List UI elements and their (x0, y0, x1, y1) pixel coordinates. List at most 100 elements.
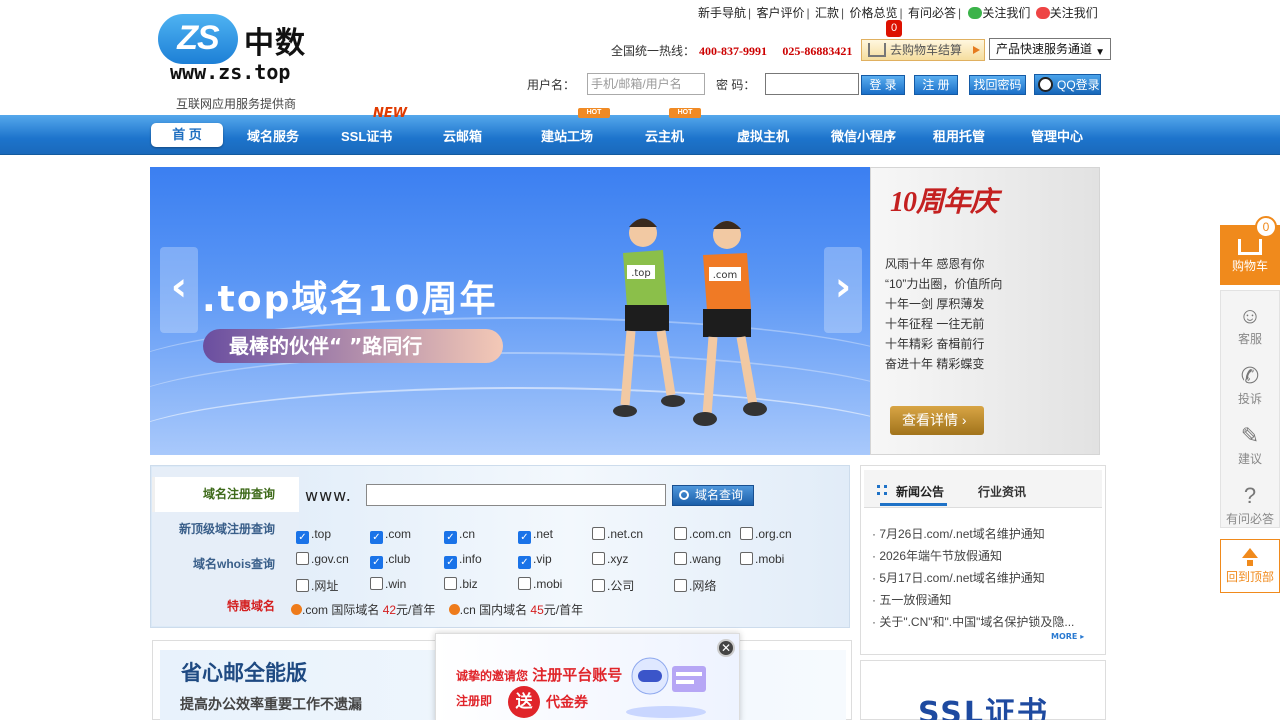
logo-text[interactable]: 中数 (244, 18, 306, 62)
tab-special-domains[interactable]: 特惠域名 (152, 589, 299, 624)
tab-whois[interactable]: 域名whois查询 (152, 547, 299, 582)
tld-checkbox[interactable]: .win (370, 577, 406, 591)
tld-checkbox[interactable]: ✓ .net (518, 527, 553, 544)
checkbox-icon[interactable] (740, 552, 753, 565)
checkbox-icon[interactable] (674, 579, 687, 592)
link-newbie-guide[interactable]: 新手导航 (698, 6, 746, 20)
float-customer-service[interactable]: ☺ 客服 (1220, 302, 1280, 347)
popup-close-button[interactable]: ✕ (717, 639, 735, 657)
service-channel-select[interactable]: 产品快速服务通道 ▼ (989, 38, 1111, 60)
nav-wechat-miniprogram[interactable]: 微信小程序 (831, 126, 896, 145)
float-suggestion-label: 建议 (1237, 452, 1262, 466)
username-label: 用户名： (527, 78, 576, 92)
checkbox-icon[interactable] (592, 579, 605, 592)
tld-checkbox[interactable]: .xyz (592, 552, 628, 566)
follow-weibo[interactable]: 关注我们 (1050, 6, 1098, 20)
checkbox-icon[interactable] (296, 579, 309, 592)
ssl-promo-title: SSL证书 (918, 696, 1049, 720)
follow-wechat[interactable]: 关注我们 (982, 6, 1030, 20)
link-price-overview[interactable]: 价格总览 (849, 6, 897, 20)
tld-checkbox[interactable]: ✓ .info (444, 552, 482, 569)
tld-checkbox[interactable]: .网址 (296, 577, 338, 594)
link-remittance[interactable]: 汇款 (815, 6, 839, 20)
tld-checkbox[interactable]: .com.cn (674, 527, 731, 541)
tld-checkbox[interactable]: .org.cn (740, 527, 792, 541)
nav-cloud-host[interactable]: 云主机 (645, 126, 684, 145)
tld-checkbox[interactable]: .mobi (518, 577, 562, 591)
checkbox-icon[interactable] (740, 527, 753, 540)
nav-cloud-mail[interactable]: 云邮箱 (443, 126, 482, 145)
nav-hosting[interactable]: 租用托管 (933, 126, 985, 145)
checkbox-icon[interactable] (674, 552, 687, 565)
tld-checkbox[interactable]: .mobi (740, 552, 784, 566)
checkbox-icon[interactable]: ✓ (444, 556, 457, 569)
back-to-top-button[interactable]: 回到顶部 (1220, 539, 1280, 593)
tld-checkbox[interactable]: .biz (444, 577, 478, 591)
checkbox-icon[interactable]: ✓ (518, 556, 531, 569)
domain-search-button[interactable]: 域名查询 (672, 485, 754, 506)
checkbox-icon[interactable]: ✓ (370, 531, 383, 544)
checkbox-icon[interactable]: ✓ (370, 556, 383, 569)
view-details-button[interactable]: 查看详情 › (890, 406, 984, 435)
nav-ssl[interactable]: SSL证书 (341, 126, 392, 145)
news-more-link[interactable]: MORE ▸ (1051, 632, 1084, 641)
checkbox-icon[interactable] (444, 577, 457, 590)
nav-admin-center[interactable]: 管理中心 (1031, 126, 1083, 145)
tab-new-gtld[interactable]: 新顶级域注册查询 (152, 512, 299, 547)
float-faq[interactable]: ? 有问必答 (1220, 482, 1280, 527)
checkbox-icon[interactable]: ✓ (296, 531, 309, 544)
tld-checkbox[interactable]: ✓ .cn (444, 527, 475, 544)
tab-news-announcements[interactable]: 新闻公告 (896, 483, 944, 500)
tld-checkbox[interactable]: ✓ .vip (518, 552, 552, 569)
news-item[interactable]: · 2026年端午节放假通知 (872, 547, 1002, 564)
logo-badge[interactable]: ZS (158, 14, 238, 64)
link-faq[interactable]: 有问必答 (908, 6, 956, 20)
float-suggestion[interactable]: ✎ 建议 (1220, 422, 1280, 467)
tab-industry-news[interactable]: 行业资讯 (978, 483, 1026, 500)
logo-url[interactable]: www.zs.top (170, 60, 290, 84)
float-complaint[interactable]: ✆ 投诉 (1220, 362, 1280, 407)
news-item[interactable]: · 关于".CN"和".中国"域名保护锁及隐... (872, 613, 1074, 630)
tab-domain-register[interactable]: 域名注册查询 (152, 477, 299, 512)
tld-checkbox[interactable]: .公司 (592, 577, 634, 594)
tld-checkbox[interactable]: .网络 (674, 577, 716, 594)
checkbox-icon[interactable] (370, 577, 383, 590)
nav-site-builder[interactable]: 建站工场 (541, 126, 593, 145)
tld-checkbox[interactable]: ✓ .club (370, 552, 410, 569)
nav-home[interactable]: 首 页 (151, 123, 223, 147)
domain-search-input[interactable] (366, 484, 666, 506)
news-item[interactable]: · 5月17日.com/.net域名维护通知 (872, 569, 1045, 586)
promo-cn[interactable]: .cn 国内域名 (460, 603, 527, 617)
weibo-icon[interactable] (1035, 7, 1050, 19)
username-input[interactable]: 手机/邮箱/用户名 (587, 73, 705, 95)
tld-checkbox[interactable]: ✓ .top (296, 527, 331, 544)
checkbox-icon[interactable]: ✓ (518, 531, 531, 544)
banner-next-button[interactable]: › (824, 247, 862, 333)
login-button[interactable]: 登 录 (861, 75, 905, 95)
qq-login-button[interactable]: QQ登录 (1034, 74, 1101, 95)
tld-checkbox[interactable]: .gov.cn (296, 552, 349, 566)
checkbox-icon[interactable] (674, 527, 687, 540)
tld-label: .info (459, 552, 482, 566)
news-item[interactable]: · 五一放假通知 (872, 591, 951, 608)
tld-checkbox[interactable]: .net.cn (592, 527, 643, 541)
checkbox-icon[interactable] (296, 552, 309, 565)
hotline-label: 全国统一热线： (611, 44, 696, 58)
checkbox-icon[interactable] (518, 577, 531, 590)
password-input[interactable] (765, 73, 859, 95)
checkbox-icon[interactable]: ✓ (444, 531, 457, 544)
banner-prev-button[interactable]: ‹ (160, 247, 198, 333)
register-button[interactable]: 注 册 (914, 75, 958, 95)
checkbox-icon[interactable] (592, 552, 605, 565)
news-item[interactable]: · 7月26日.com/.net域名维护通知 (872, 525, 1045, 542)
nav-domain[interactable]: 域名服务 (247, 126, 299, 145)
cart-checkout-button[interactable]: 去购物车结算 (861, 39, 985, 61)
find-password-button[interactable]: 找回密码 (969, 75, 1026, 95)
link-customer-reviews[interactable]: 客户评价 (756, 6, 804, 20)
promo-com[interactable]: .com 国际域名 (302, 603, 379, 617)
nav-virtual-host[interactable]: 虚拟主机 (737, 126, 789, 145)
checkbox-icon[interactable] (592, 527, 605, 540)
tld-checkbox[interactable]: .wang (674, 552, 721, 566)
wechat-icon[interactable] (968, 7, 983, 19)
tld-checkbox[interactable]: ✓ .com (370, 527, 411, 544)
